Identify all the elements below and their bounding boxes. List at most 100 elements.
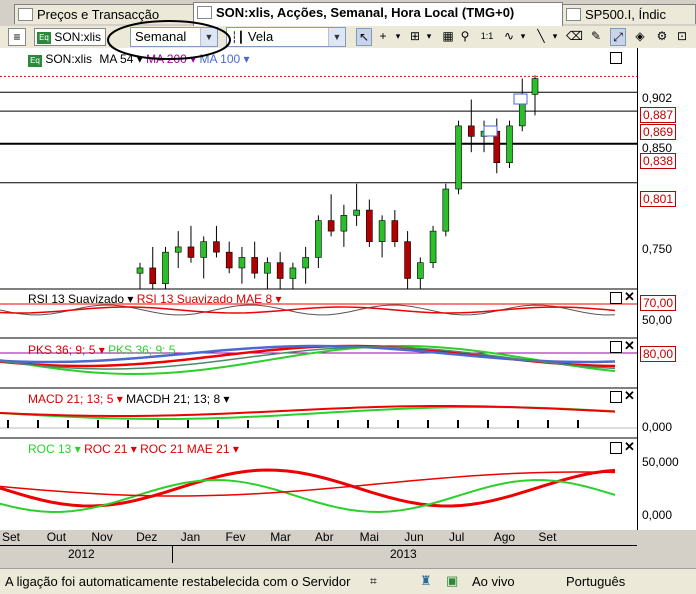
candle-body (251, 257, 258, 274)
year-label-2013: 2013 (390, 547, 417, 561)
lock-icon[interactable]: ▣ (446, 573, 458, 589)
candle-body (404, 241, 411, 279)
price-label-902: 0,902 (642, 91, 673, 105)
candle-body (391, 220, 399, 242)
month-label: Set (538, 530, 557, 544)
legend-symbol[interactable]: SON:xlis (45, 52, 92, 66)
candle-body (467, 125, 475, 137)
dropdown-icon[interactable]: ▾ (550, 28, 560, 46)
dropdown-icon[interactable]: ▾ (518, 28, 528, 46)
menu-button[interactable]: ≡ (8, 28, 26, 46)
layers-icon[interactable]: ◈ (632, 28, 648, 46)
candle-body (213, 241, 220, 253)
candle-body (225, 251, 233, 269)
rsi-line (0, 304, 616, 316)
close-icon[interactable]: ✕ (624, 338, 635, 354)
price-label-750: 0,750 (642, 242, 673, 256)
month-label: Abr (314, 530, 334, 544)
dropdown-icon: ▾ (240, 52, 250, 66)
roc-label-50000: 50,000 (642, 455, 679, 469)
live-status[interactable]: Ao vivo (472, 574, 515, 589)
candle-body (327, 220, 335, 232)
candle-body (378, 220, 386, 242)
rsi-mae-line (0, 306, 616, 314)
dropdown-icon[interactable]: ▾ (424, 28, 434, 46)
candle-body (289, 267, 297, 279)
maximize-pane-button[interactable] (610, 292, 622, 304)
price-label-801: 0,801 (640, 191, 677, 207)
candle-body (149, 267, 157, 285)
month-label: Ago (493, 530, 516, 544)
language-selector[interactable]: Português (566, 574, 625, 589)
zoom-icon[interactable]: ⚲ (458, 28, 472, 46)
close-icon[interactable]: ✕ (624, 439, 635, 455)
candle-body (174, 246, 182, 253)
one-to-one-icon[interactable]: 1:1 (478, 28, 496, 46)
chart-svg (0, 75, 637, 513)
candle-body (353, 209, 360, 216)
year-divider (172, 545, 173, 563)
chart-type-value: Vela (247, 29, 274, 44)
tab-son-chart[interactable]: SON:xlis, Acções, Semanal, Hora Local (T… (193, 2, 563, 26)
symbol-selector[interactable]: Eq SON:xlis (34, 28, 106, 46)
grid-icon[interactable]: ▦ (440, 28, 456, 46)
dropdown-icon: ▾ (95, 343, 109, 357)
chart-icon (566, 8, 581, 21)
month-label: Jul (449, 530, 465, 544)
dropdown-icon: ▾ (124, 292, 137, 306)
close-icon[interactable]: ✕ (624, 289, 635, 305)
rsi-legend-2[interactable]: RSI 13 Suavizado MAE 8 (137, 292, 272, 306)
roc-legend-3[interactable]: ROC 21 MAE 21 (140, 442, 229, 456)
pks-legend-2[interactable]: PKS 36; 9; 5 (108, 343, 175, 357)
connection-icon[interactable]: ⌗ (370, 574, 377, 589)
tab-sp500[interactable]: SP500.I, Índic (562, 4, 696, 24)
expand-icon[interactable]: ⤢ (610, 28, 626, 46)
chart-type-select[interactable]: ┆┃ Vela ▼ (226, 27, 346, 47)
lock-icon[interactable]: ⊡ (674, 28, 690, 46)
draw-icon[interactable]: ✎ (588, 28, 604, 46)
month-label: Dez (136, 530, 158, 544)
candle-body (238, 257, 246, 269)
candle-body (340, 215, 348, 232)
roc-legend-2[interactable]: ROC 21 (84, 442, 127, 456)
maximize-pane-button[interactable] (610, 52, 622, 64)
line-tool-icon[interactable]: ╲ (534, 28, 548, 46)
price-label-869: 0,869 (640, 124, 677, 140)
candle-body (315, 220, 322, 258)
maximize-pane-button[interactable] (610, 341, 622, 353)
roc-legend: ROC 13 ▾ ROC 21 ▾ ROC 21 MAE 21 ▾ (28, 442, 239, 456)
candle-body (302, 257, 309, 269)
pks-legend-1[interactable]: PKS 36; 9; 5 (28, 343, 95, 357)
month-label: Jun (404, 530, 424, 544)
dropdown-icon: ▾ (220, 392, 230, 406)
server-icon[interactable]: ♜ (420, 573, 432, 589)
sell-marker (513, 93, 528, 105)
dropdown-icon: ▾ (229, 442, 239, 456)
maximize-pane-button[interactable] (610, 442, 622, 454)
macd-legend: MACD 21; 13; 5 ▾ MACDH 21; 13; 8 ▾ (28, 392, 229, 406)
status-bar: A ligação foi automaticamente restabelec… (0, 568, 696, 594)
wave-icon[interactable]: ∿ (502, 28, 516, 46)
year-label-2012: 2012 (68, 547, 95, 561)
chart-area[interactable] (0, 48, 637, 530)
chevron-down-icon: ▼ (328, 28, 345, 46)
rsi-label-50: 50,00 (642, 313, 673, 327)
crosshair-icon[interactable]: + (376, 28, 390, 46)
month-label: Set (2, 530, 21, 544)
rsi-legend: RSI 13 Suavizado ▾ RSI 13 Suavizado MAE … (28, 292, 282, 306)
month-label: Nov (91, 530, 113, 544)
close-icon[interactable]: ✕ (624, 388, 635, 404)
rsi-legend-1[interactable]: RSI 13 Suavizado (28, 292, 124, 306)
tab-label: SON:xlis, Acções, Semanal, Hora Local (T… (216, 5, 515, 20)
roc-legend-1[interactable]: ROC 13 (28, 442, 71, 456)
info-icon[interactable]: ⊞ (408, 28, 422, 46)
macd-legend-1[interactable]: MACD 21; 13; 5 (28, 392, 113, 406)
macd-legend-2[interactable]: MACDH 21; 13; 8 (126, 392, 220, 406)
maximize-pane-button[interactable] (610, 391, 622, 403)
candle-body (276, 262, 284, 279)
pointer-tool-icon[interactable]: ↖ (356, 28, 372, 46)
settings-icon[interactable]: ⚙ (654, 28, 670, 46)
dropdown-icon[interactable]: ▾ (392, 28, 404, 46)
eraser-icon[interactable]: ⌫ (566, 28, 583, 46)
dropdown-icon: ▾ (113, 392, 127, 406)
